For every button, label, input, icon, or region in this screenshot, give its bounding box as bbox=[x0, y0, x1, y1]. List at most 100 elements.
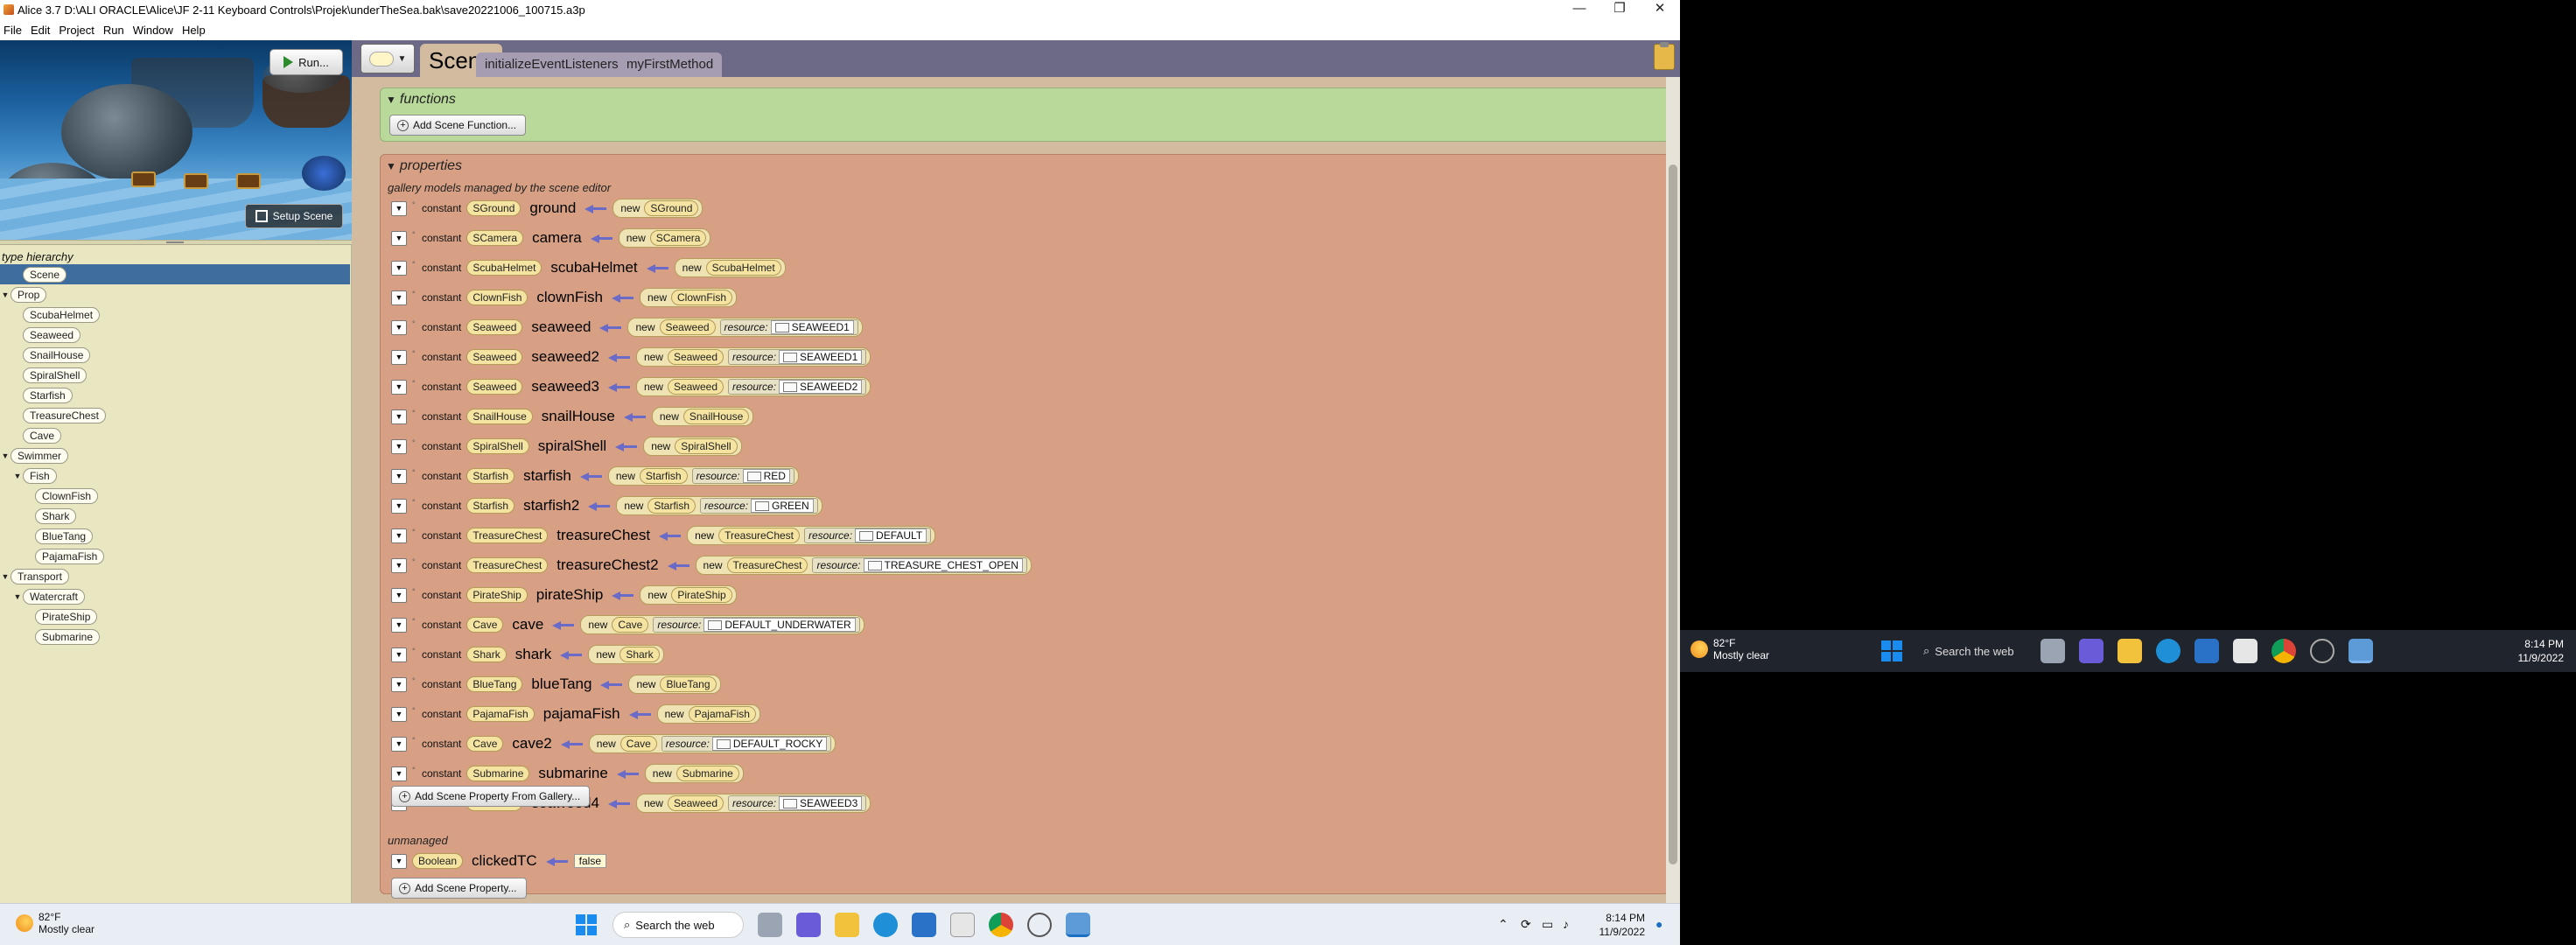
tray-overflow-icon[interactable]: ⌃ bbox=[1498, 917, 1508, 932]
resource-argument[interactable]: resource: SEAWEED1 bbox=[719, 319, 858, 335]
tab-initialize-event-listeners[interactable]: initializeEventListeners bbox=[476, 52, 627, 77]
initializer-expression[interactable]: new ClownFish bbox=[639, 288, 738, 307]
resource-argument[interactable]: resource: DEFAULT_UNDERWATER bbox=[653, 617, 860, 633]
volume-icon[interactable]: ♪ bbox=[1563, 917, 1569, 931]
property-menu-button[interactable]: ▼ bbox=[391, 706, 407, 722]
resource-argument[interactable]: resource: DEFAULT_ROCKY bbox=[661, 736, 832, 752]
notification-icon[interactable]: ● bbox=[1656, 917, 1662, 931]
initializer-expression[interactable]: new Shark bbox=[588, 645, 664, 664]
tab-my-first-method[interactable]: myFirstMethod bbox=[618, 52, 723, 77]
taskbar-search[interactable]: ⌕ Search the web bbox=[612, 912, 744, 938]
type-hierarchy-item[interactable]: ClownFish bbox=[24, 486, 99, 506]
resource-value[interactable]: GREEN bbox=[751, 499, 814, 513]
property-name[interactable]: treasureChest bbox=[556, 527, 650, 544]
property-menu-button[interactable]: ▼ bbox=[391, 676, 407, 692]
type-hierarchy-item[interactable]: ▼ Transport bbox=[0, 566, 69, 586]
chrome-icon-2[interactable] bbox=[2272, 639, 2296, 663]
functions-header[interactable]: ▼ functions bbox=[386, 92, 456, 108]
resource-value[interactable]: SEAWEED1 bbox=[770, 320, 854, 334]
property-menu-button[interactable]: ▼ bbox=[391, 200, 407, 216]
meet-icon[interactable] bbox=[796, 913, 821, 937]
initializer-expression[interactable]: new Seaweed resource: SEAWEED1 bbox=[627, 318, 863, 337]
alice-taskbar-icon-2[interactable] bbox=[2348, 639, 2373, 663]
property-menu-button[interactable]: ▼ bbox=[391, 557, 407, 573]
initializer-expression[interactable]: new PirateShip bbox=[640, 585, 737, 605]
type-hierarchy-item[interactable]: ScubaHelmet bbox=[12, 304, 101, 325]
property-name[interactable]: camera bbox=[532, 229, 582, 247]
resource-value[interactable]: DEFAULT bbox=[855, 528, 928, 542]
type-hierarchy-item[interactable]: Starfish bbox=[12, 385, 73, 405]
type-hierarchy-item[interactable]: ▼ Prop bbox=[0, 284, 47, 304]
property-menu-button[interactable]: ▼ bbox=[391, 290, 407, 305]
initializer-expression[interactable]: new SpiralShell bbox=[643, 437, 742, 456]
initializer-expression[interactable]: new ScubaHelmet bbox=[674, 258, 786, 277]
edge-icon-2[interactable] bbox=[2156, 639, 2180, 663]
resource-value[interactable]: SEAWEED2 bbox=[779, 380, 863, 394]
menu-run[interactable]: Run bbox=[103, 24, 124, 37]
menu-project[interactable]: Project bbox=[59, 24, 94, 37]
run-button[interactable]: Run... bbox=[270, 49, 343, 75]
task-view-icon[interactable] bbox=[758, 913, 782, 937]
initializer-expression[interactable]: new Seaweed resource: SEAWEED2 bbox=[635, 377, 872, 396]
type-hierarchy-item[interactable]: Cave bbox=[12, 425, 62, 445]
property-name[interactable]: cave2 bbox=[512, 735, 551, 752]
expand-arrow-icon[interactable]: ▼ bbox=[12, 592, 23, 601]
initializer-expression[interactable]: new Seaweed resource: SEAWEED1 bbox=[635, 347, 872, 367]
initializer-expression[interactable]: new Starfish resource: RED bbox=[607, 466, 799, 486]
property-menu-button[interactable]: ▼ bbox=[391, 230, 407, 246]
property-name[interactable]: clownFish bbox=[536, 289, 603, 306]
store-icon-2[interactable] bbox=[2233, 639, 2258, 663]
taskbar-clock[interactable]: 8:14 PM 11/9/2022 bbox=[1584, 911, 1646, 939]
initializer-expression[interactable]: new BlueTang bbox=[628, 675, 721, 694]
property-menu-button[interactable]: ▼ bbox=[391, 498, 407, 514]
property-menu-button[interactable]: ▼ bbox=[391, 766, 407, 781]
property-name[interactable]: seaweed2 bbox=[531, 348, 599, 366]
meet-icon-2[interactable] bbox=[2079, 639, 2104, 663]
task-view-icon-2[interactable] bbox=[2040, 639, 2065, 663]
alice-taskbar-icon[interactable] bbox=[1066, 913, 1090, 937]
initializer-expression[interactable]: new Cave resource: DEFAULT_UNDERWATER bbox=[580, 615, 864, 634]
type-hierarchy-item[interactable]: SnailHouse bbox=[12, 345, 91, 365]
resource-argument[interactable]: resource: DEFAULT bbox=[804, 528, 932, 543]
file-explorer-icon-2[interactable] bbox=[2118, 639, 2142, 663]
add-scene-property-button[interactable]: + Add Scene Property... bbox=[391, 878, 527, 899]
type-hierarchy-item[interactable]: PajamaFish bbox=[24, 546, 105, 566]
property-name[interactable]: starfish bbox=[523, 467, 571, 485]
property-name[interactable]: seaweed bbox=[531, 318, 591, 336]
type-selector-dropdown[interactable]: ▼ bbox=[360, 44, 415, 74]
property-menu-button[interactable]: ▼ bbox=[391, 260, 407, 276]
resource-value[interactable]: TREASURE_CHEST_OPEN bbox=[863, 558, 1023, 572]
type-hierarchy-item[interactable]: TreasureChest bbox=[12, 405, 106, 425]
property-name[interactable]: clickedTC bbox=[472, 852, 537, 870]
display-icon[interactable]: ▭ bbox=[1542, 917, 1553, 932]
property-menu-button[interactable]: ▼ bbox=[391, 587, 407, 603]
property-menu-button[interactable]: ▼ bbox=[391, 853, 407, 869]
weather-widget[interactable]: 82°F Mostly clear bbox=[16, 911, 94, 935]
property-menu-button[interactable]: ▼ bbox=[391, 319, 407, 335]
initializer-expression[interactable]: new Cave resource: DEFAULT_ROCKY bbox=[588, 734, 836, 753]
add-scene-property-from-gallery-button[interactable]: + Add Scene Property From Gallery... bbox=[391, 786, 591, 807]
maximize-button[interactable]: ❐ bbox=[1600, 0, 1640, 19]
property-value[interactable]: false bbox=[573, 854, 607, 868]
property-name[interactable]: treasureChest2 bbox=[556, 556, 658, 574]
initializer-expression[interactable]: new TreasureChest resource: DEFAULT bbox=[687, 526, 936, 545]
property-name[interactable]: submarine bbox=[538, 765, 607, 782]
resource-value[interactable]: SEAWEED3 bbox=[779, 796, 863, 810]
weather-widget-2[interactable]: 82°F Mostly clear bbox=[1690, 637, 1769, 662]
property-name[interactable]: seaweed3 bbox=[531, 378, 599, 396]
resource-argument[interactable]: resource: RED bbox=[691, 468, 794, 484]
resource-argument[interactable]: resource: SEAWEED2 bbox=[728, 379, 867, 395]
resource-value[interactable]: DEFAULT_UNDERWATER bbox=[704, 618, 856, 632]
taskbar-clock-2[interactable]: 8:14 PM 11/9/2022 bbox=[2494, 637, 2565, 665]
clock-app-icon[interactable] bbox=[1027, 913, 1052, 937]
resource-argument[interactable]: resource: TREASURE_CHEST_OPEN bbox=[812, 557, 1027, 573]
initializer-expression[interactable]: new Starfish resource: GREEN bbox=[616, 496, 822, 515]
property-name[interactable]: pajamaFish bbox=[543, 705, 620, 723]
edge-icon[interactable] bbox=[873, 913, 898, 937]
initializer-expression[interactable]: new TreasureChest resource: TREASURE_CHEST_… bbox=[695, 556, 1032, 575]
store-icon[interactable] bbox=[950, 913, 975, 937]
menu-window[interactable]: Window bbox=[133, 24, 173, 37]
type-hierarchy-item[interactable]: ▼ Watercraft bbox=[12, 586, 85, 606]
vertical-scrollbar[interactable] bbox=[1666, 77, 1680, 903]
type-hierarchy-item[interactable]: BlueTang bbox=[24, 526, 94, 546]
